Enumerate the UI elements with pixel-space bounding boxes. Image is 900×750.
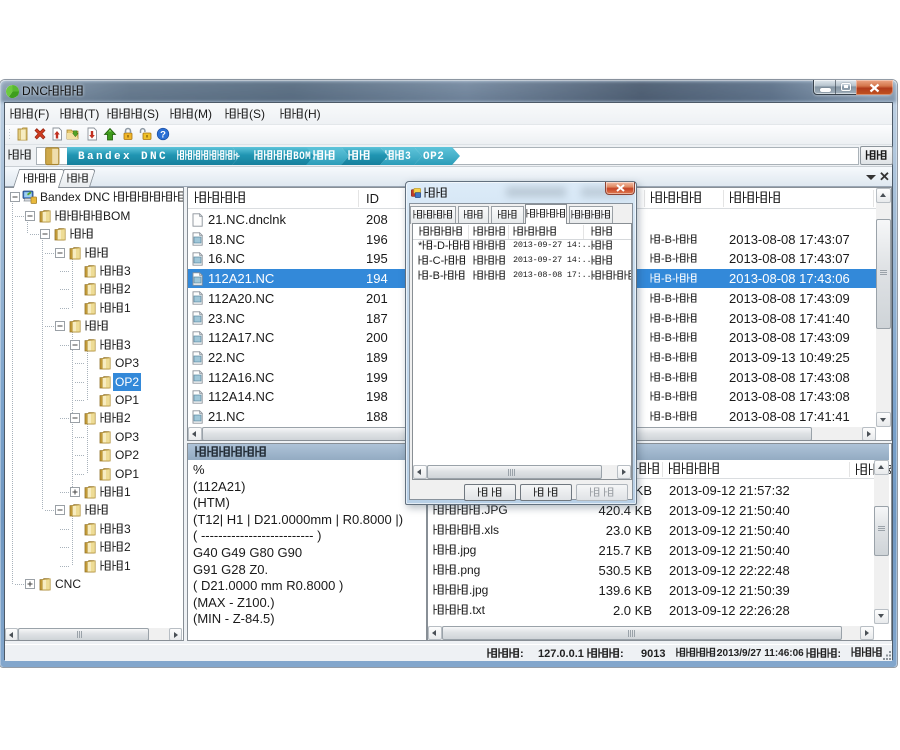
svg-text:?: ?	[160, 129, 166, 140]
